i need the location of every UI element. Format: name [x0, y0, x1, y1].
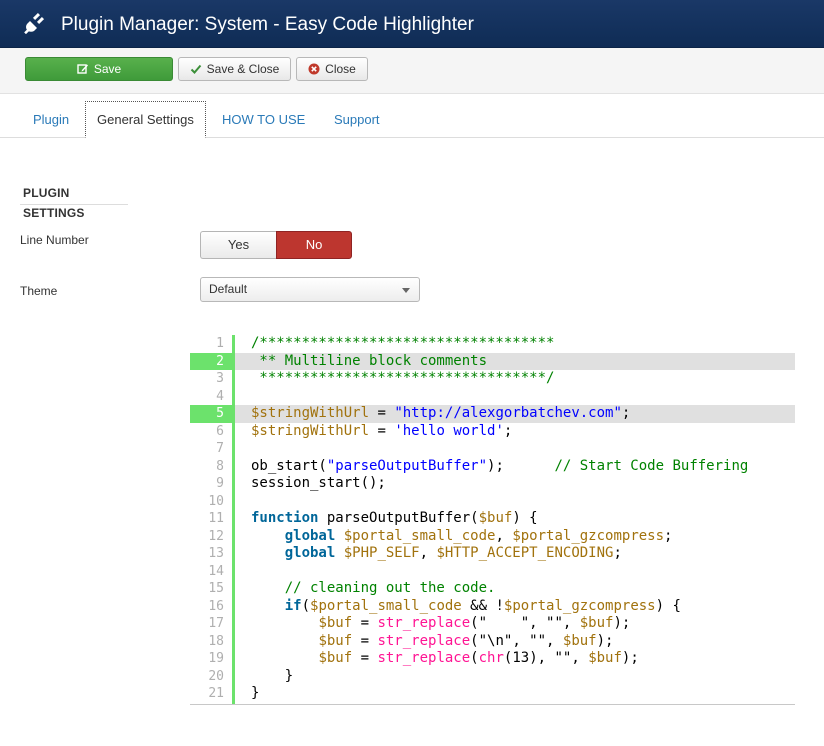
code-text: /*********************************** [251, 335, 555, 351]
line-number: 1 [216, 336, 224, 351]
line-number: 10 [208, 493, 224, 509]
line-number: 9 [216, 476, 224, 491]
save-button[interactable]: Save [25, 57, 173, 81]
tab-general-settings[interactable]: General Settings [85, 101, 206, 138]
theme-label: Theme [20, 284, 58, 298]
code-line: 14 [190, 563, 795, 581]
code-line: 9 session_start(); [190, 475, 795, 493]
line-number: 4 [216, 388, 224, 404]
gutter-bar [232, 335, 235, 704]
page-title: Plugin Manager: System - Easy Code Highl… [61, 14, 474, 35]
cancel-icon [308, 63, 320, 75]
theme-select[interactable]: Default [200, 277, 420, 302]
code-text: global $PHP_SELF, $HTTP_ACCEPT_ENCODING; [284, 545, 622, 561]
code-line: 19 $buf = str_replace(chr(13), "", $buf)… [190, 650, 795, 668]
close-label: Close [325, 62, 356, 76]
line-number: 3 [216, 371, 224, 386]
code-text: global $portal_small_code, $portal_gzcom… [284, 527, 673, 544]
check-icon [190, 64, 201, 74]
code-text: ob_start("parseOutputBuffer"); // Start … [251, 457, 749, 474]
theme-select-value: Default [209, 282, 248, 296]
code-line: 5 $stringWithUrl = "http://alexgorbatchev… [190, 405, 795, 423]
line-number: 18 [208, 633, 224, 649]
line-number: 14 [208, 563, 224, 579]
code-line: 3 **********************************/ [190, 370, 795, 388]
code-line: 15 // cleaning out the code. [190, 580, 795, 598]
code-line: 8 ob_start("parseOutputBuffer"); // Start… [190, 458, 795, 476]
save-close-button[interactable]: Save & Close [178, 57, 291, 81]
code-text: if($portal_small_code && !$portal_gzcomp… [284, 597, 681, 614]
save-close-label: Save & Close [206, 62, 280, 76]
code-line: 1 /*********************************** [190, 335, 795, 353]
code-line: 13 global $PHP_SELF, $HTTP_ACCEPT_ENCODI… [190, 545, 795, 563]
code-text: $buf = str_replace(chr(13), "", $buf); [318, 650, 639, 666]
line-number: 21 [208, 686, 224, 701]
line-number: 17 [208, 616, 224, 631]
code-line: 2 ** Multiline block comments [190, 352, 795, 370]
line-number: 7 [216, 441, 224, 456]
chevron-down-icon [402, 288, 410, 293]
tab-plugin[interactable]: Plugin [22, 101, 80, 138]
line-number-label: Line Number [20, 233, 89, 247]
code-text: ** Multiline block comments [251, 352, 488, 369]
line-number: 5 [190, 405, 232, 423]
line-number: 11 [208, 511, 224, 526]
tab-how-to-use[interactable]: HOW TO USE [211, 101, 316, 138]
code-line: 12 global $portal_small_code, $portal_gz… [190, 528, 795, 546]
section-title: PLUGIN SETTINGS [20, 183, 128, 220]
close-button[interactable]: Close [296, 57, 368, 81]
line-number: 8 [216, 458, 224, 474]
code-line: 4 [190, 388, 795, 406]
edit-icon [77, 64, 88, 74]
line-number: 12 [208, 528, 224, 544]
line-number: 19 [208, 651, 224, 666]
code-line: 6 $stringWithUrl = 'hello world'; [190, 423, 795, 441]
code-line: 16 if($portal_small_code && !$portal_gzc… [190, 598, 795, 616]
code-line: 18 $buf = str_replace("\n", "", $buf); [190, 633, 795, 651]
line-number: 2 [190, 352, 232, 370]
line-number-no-button[interactable]: No [276, 231, 352, 259]
code-text: $buf = str_replace(" ", "", $buf); [318, 615, 631, 631]
tab-support[interactable]: Support [323, 101, 391, 138]
code-line: 17 $buf = str_replace(" ", "", $buf); [190, 615, 795, 633]
line-number-yes-button[interactable]: Yes [200, 231, 276, 259]
code-text: function parseOutputBuffer($buf) { [251, 510, 538, 526]
code-line: 21} [190, 685, 795, 703]
code-text: // cleaning out the code. [284, 580, 496, 596]
plug-icon [24, 12, 45, 34]
code-line: 20 } [190, 668, 795, 686]
line-number: 6 [216, 423, 224, 439]
code-line: 10 [190, 493, 795, 511]
code-text: } [251, 685, 260, 701]
code-text: } [251, 667, 294, 684]
page-header: Plugin Manager: System - Easy Code Highl… [0, 0, 824, 48]
code-line: 7 [190, 440, 795, 458]
line-number: 15 [208, 581, 224, 596]
code-text: session_start(); [251, 475, 386, 491]
code-text: **********************************/ [251, 370, 555, 386]
code-preview: 1/*********************************** 2 *… [190, 335, 795, 705]
code-text: $stringWithUrl = 'hello world'; [251, 422, 513, 439]
line-number-toggle: Yes No [200, 231, 352, 259]
toolbar: Save Save & Close Close [0, 48, 824, 94]
line-number: 16 [208, 598, 224, 614]
code-text: $stringWithUrl = "http://alexgorbatchev.… [251, 405, 631, 421]
tab-bar: Plugin General Settings HOW TO USE Suppo… [0, 101, 824, 138]
line-number: 13 [208, 546, 224, 561]
line-number: 20 [208, 668, 224, 684]
code-text: $buf = str_replace("\n", "", $buf); [318, 632, 614, 649]
save-label: Save [93, 62, 122, 76]
code-line: 11 function parseOutputBuffer($buf) { [190, 510, 795, 528]
